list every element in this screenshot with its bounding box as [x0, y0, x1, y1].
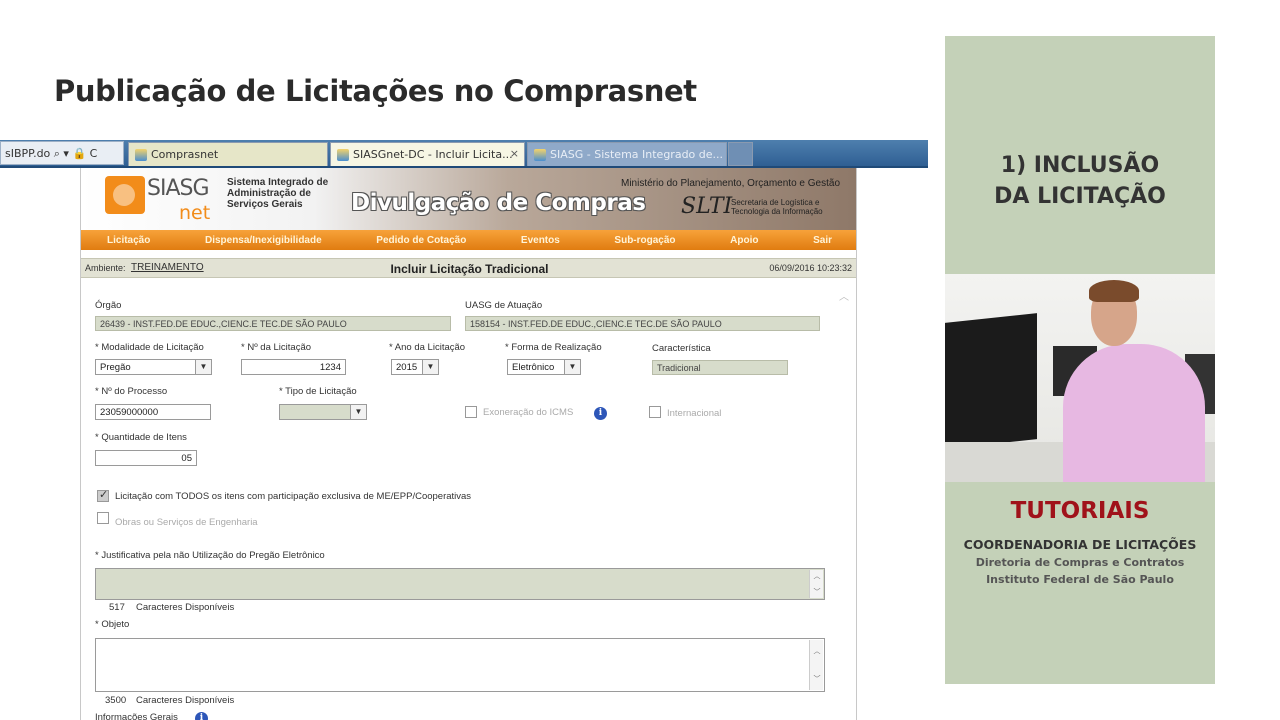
directorate-name: Diretoria de Compras e Contratos	[975, 556, 1185, 569]
chevron-down-icon: ▼	[350, 405, 366, 419]
objeto-textarea[interactable]: ︿ ﹀	[95, 638, 825, 692]
person-hair	[1089, 280, 1139, 302]
slide: Publicação de Licitações no Comprasnet s…	[0, 0, 1280, 720]
menu-item-apoio[interactable]: Apoio	[730, 235, 758, 246]
internacional-label: Internacional	[667, 408, 722, 419]
me-epp-checkbox[interactable]	[97, 488, 109, 502]
numero-label: * Nº da Licitação	[241, 342, 312, 353]
scrollbar[interactable]: ︿ ﹀	[809, 570, 823, 598]
step-title-line1: 1) INCLUSÃO	[1000, 153, 1160, 178]
siasg-logo-suffix: net	[179, 202, 211, 224]
quantidade-input[interactable]: 05	[95, 450, 197, 466]
modalidade-select[interactable]: Pregão ▼	[95, 359, 212, 375]
menu-item-licitacao[interactable]: Licitação	[107, 235, 150, 246]
coordination-name: COORDENADORIA DE LICITAÇÕES	[963, 537, 1197, 552]
menu-item-sair[interactable]: Sair	[813, 235, 832, 246]
person-body	[1063, 344, 1205, 482]
tab-label: Comprasnet	[151, 148, 219, 161]
modalidade-label: * Modalidade de Licitação	[95, 342, 204, 353]
datetime: 06/09/2016 10:23:32	[769, 263, 852, 273]
step-title: 1) INCLUSÃO DA LICITAÇÃO	[945, 150, 1215, 212]
orgao-label: Órgão	[95, 300, 122, 311]
institute-name: Instituto Federal de São Paulo	[986, 573, 1174, 586]
tab-comprasnet[interactable]: Comprasnet	[128, 142, 328, 166]
me-epp-label: Licitação com TODOS os itens com partici…	[115, 491, 472, 502]
scrollbar[interactable]: ︿ ﹀	[809, 640, 823, 690]
justificativa-count-label: Caracteres Disponíveis	[136, 602, 235, 613]
favicon-icon	[337, 149, 349, 161]
ano-value: 2015	[396, 362, 418, 373]
info-icon[interactable]: i	[195, 712, 208, 720]
objeto-count: 3500	[105, 695, 127, 706]
favicon-icon	[534, 149, 546, 161]
processo-label: * Nº do Processo	[95, 386, 168, 397]
ano-label: * Ano da Licitação	[389, 342, 466, 353]
tab-label: SIASG - Sistema Integrado de...	[550, 148, 724, 161]
info-icon[interactable]: i	[594, 407, 607, 420]
quantidade-label: * Quantidade de Itens	[95, 432, 187, 443]
slti-logo: SLTI	[681, 194, 733, 219]
brand-title: TUTORIAIS	[1010, 498, 1150, 524]
chevron-down-icon: ▼	[422, 360, 438, 374]
status-line: Ambiente: TREINAMENTO Incluir Licitação …	[81, 258, 856, 278]
tab-siasg-sistema[interactable]: SIASG - Sistema Integrado de...	[527, 142, 727, 166]
uasg-label: UASG de Atuação	[465, 300, 543, 311]
system-name: Sistema Integrado de Administração de Se…	[227, 177, 329, 210]
siasg-logo-text: SIASG	[147, 176, 210, 201]
caracteristica-field: Tradicional	[652, 360, 788, 375]
siasg-logo-icon	[105, 176, 145, 214]
icms-checkbox[interactable]	[465, 406, 477, 418]
orgao-field: 26439 - INST.FED.DE EDUC.,CIENC.E TEC.DE…	[95, 316, 451, 331]
siasg-banner: SIASG net Sistema Integrado de Administr…	[81, 168, 856, 230]
close-tab-icon[interactable]: ×	[510, 147, 519, 160]
menu-item-dispensa[interactable]: Dispensa/Inexigibilidade	[205, 235, 322, 246]
caracteristica-label: Característica	[652, 343, 711, 354]
forma-label: * Forma de Realização	[505, 342, 602, 353]
slti-description: Secretaria de Logística e Tecnologia da …	[731, 198, 823, 216]
justificativa-count: 517	[109, 602, 125, 613]
monitor-a	[945, 313, 1037, 449]
forma-value: Eletrônico	[512, 362, 555, 373]
uasg-field: 158154 - INST.FED.DE EDUC.,CIENC.E TEC.D…	[465, 316, 820, 331]
obras-label: Obras ou Serviços de Engenharia	[115, 517, 258, 528]
obras-checkbox[interactable]	[97, 512, 109, 524]
page-heading: Incluir Licitação Tradicional	[390, 262, 549, 276]
incluir-licitacao-form: ︿ Órgão 26439 - INST.FED.DE EDUC.,CIENC.…	[81, 288, 856, 720]
banner-title: Divulgação de Compras	[351, 190, 646, 216]
forma-select[interactable]: Eletrônico ▼	[507, 359, 581, 375]
justificativa-textarea[interactable]: ︿ ﹀	[95, 568, 825, 600]
processo-input[interactable]: 23059000000	[95, 404, 211, 420]
menu-item-pedido-cotacao[interactable]: Pedido de Cotação	[376, 235, 466, 246]
step-title-line2: DA LICITAÇÃO	[994, 184, 1166, 209]
collapse-arrow-icon[interactable]: ︿	[839, 288, 849, 303]
numero-input[interactable]: 1234	[241, 359, 346, 375]
ano-select[interactable]: 2015 ▼	[391, 359, 439, 375]
internacional-checkbox[interactable]	[649, 406, 661, 418]
objeto-count-label: Caracteres Disponíveis	[136, 695, 235, 706]
modalidade-value: Pregão	[100, 362, 131, 373]
menu-item-eventos[interactable]: Eventos	[521, 235, 560, 246]
siasg-page: SIASG net Sistema Integrado de Administr…	[80, 168, 857, 720]
tipo-label: * Tipo de Licitação	[279, 386, 357, 397]
chevron-down-icon: ▼	[564, 360, 580, 374]
tab-label: SIASGnet-DC - Incluir Licita...	[353, 148, 513, 161]
justificativa-label: * Justificativa pela não Utilização do P…	[95, 550, 325, 561]
browser-tab-bar: sIBPP.do ⌕ ▾ 🔒 C Comprasnet SIASGnet-DC …	[0, 140, 928, 168]
main-menu: Licitação Dispensa/Inexigibilidade Pedid…	[81, 230, 856, 250]
slide-title: Publicação de Licitações no Comprasnet	[54, 74, 697, 108]
new-tab-button[interactable]	[728, 142, 753, 166]
ministry-name: Ministério do Planejamento, Orçamento e …	[621, 178, 840, 189]
objeto-label: * Objeto	[95, 619, 130, 630]
tab-siasgnet-incluir[interactable]: SIASGnet-DC - Incluir Licita... ×	[330, 142, 525, 166]
address-bar[interactable]: sIBPP.do ⌕ ▾ 🔒 C	[0, 141, 124, 165]
info-gerais-label: Informações Gerais	[95, 712, 178, 720]
tutorial-side-panel: 1) INCLUSÃO DA LICITAÇÃO TUTORIAIS COORD…	[945, 36, 1215, 684]
chevron-down-icon: ▼	[195, 360, 211, 374]
presenter-photo	[945, 274, 1215, 482]
tipo-select[interactable]: ▼	[279, 404, 367, 420]
favicon-icon	[135, 149, 147, 161]
menu-item-sub-rogacao[interactable]: Sub-rogação	[614, 235, 675, 246]
icms-label: Exoneração do ICMS	[483, 407, 574, 418]
